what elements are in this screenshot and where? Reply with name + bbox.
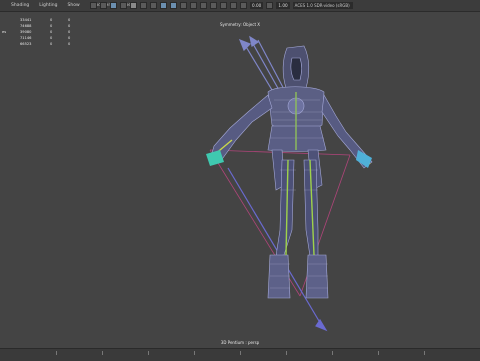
character-mesh: [209, 45, 373, 299]
viewport-3d[interactable]: [0, 0, 480, 360]
time-slider[interactable]: [0, 348, 480, 361]
camera-label: 3D Pentium : persp: [220, 340, 260, 345]
time-ticks: [10, 351, 470, 355]
